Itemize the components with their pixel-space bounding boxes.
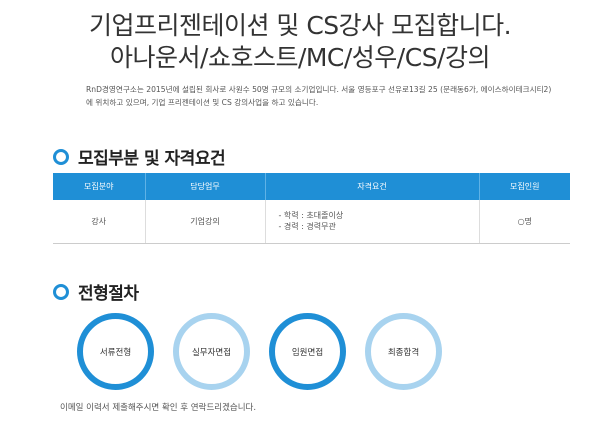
column-header-count: 모집인원 — [479, 173, 570, 200]
process-step-practical-interview: 실무자면접 — [173, 313, 250, 390]
process-step-label: 임원면접 — [291, 347, 324, 358]
process-step-label: 실무자면접 — [191, 347, 232, 358]
cell-field: 강사 — [53, 200, 146, 244]
cell-count: ○명 — [479, 200, 570, 244]
requirement-education: - 학력 : 초대졸이상 — [278, 211, 344, 221]
cell-duty: 기업강의 — [145, 200, 266, 244]
process-step-label: 최종합격 — [387, 347, 420, 358]
column-header-requirements: 자격요건 — [265, 173, 480, 200]
column-header-field: 모집분야 — [53, 173, 146, 200]
recruitment-section-title: 모집부분 및 자격요건 — [78, 149, 226, 169]
ring-bullet-icon — [53, 148, 69, 165]
column-header-duty: 담당업무 — [145, 173, 266, 200]
cell-requirements: - 학력 : 초대졸이상 - 경력 : 경력무관 — [265, 200, 480, 244]
company-intro: RnD경영연구소는 2015년에 설립된 회사로 사원수 50명 규모의 소기업… — [86, 85, 552, 107]
table-header-row: 모집분야 담당업무 자격요건 모집인원 — [53, 173, 570, 200]
table-row: 강사 기업강의 - 학력 : 초대졸이상 - 경력 : 경력무관 ○명 — [53, 200, 570, 244]
application-note: 이메일 이력서 제출해주시면 확인 후 연락드리겠습니다. — [60, 403, 257, 413]
requirement-experience: - 경력 : 경력무관 — [278, 222, 336, 232]
process-step-document-screening: 서류전형 — [77, 313, 154, 390]
ring-bullet-icon — [53, 283, 69, 300]
page-title-line1: 기업프리젠테이션 및 CS강사 모집합니다. — [88, 11, 512, 40]
page-title-line2: 아나운서/쇼호스트/MC/성우/CS/강의 — [110, 43, 490, 72]
process-section-header: 전형절차 — [53, 279, 139, 304]
process-step-final-pass: 최종합격 — [365, 313, 442, 390]
recruitment-table: 모집분야 담당업무 자격요건 모집인원 강사 기업강의 - 학력 : 초대졸이상… — [53, 173, 570, 244]
recruitment-section-header: 모집부분 및 자격요건 — [53, 144, 226, 169]
process-step-label: 서류전형 — [99, 347, 132, 358]
process-step-executive-interview: 임원면접 — [269, 313, 346, 390]
process-section-title: 전형절차 — [78, 284, 139, 304]
